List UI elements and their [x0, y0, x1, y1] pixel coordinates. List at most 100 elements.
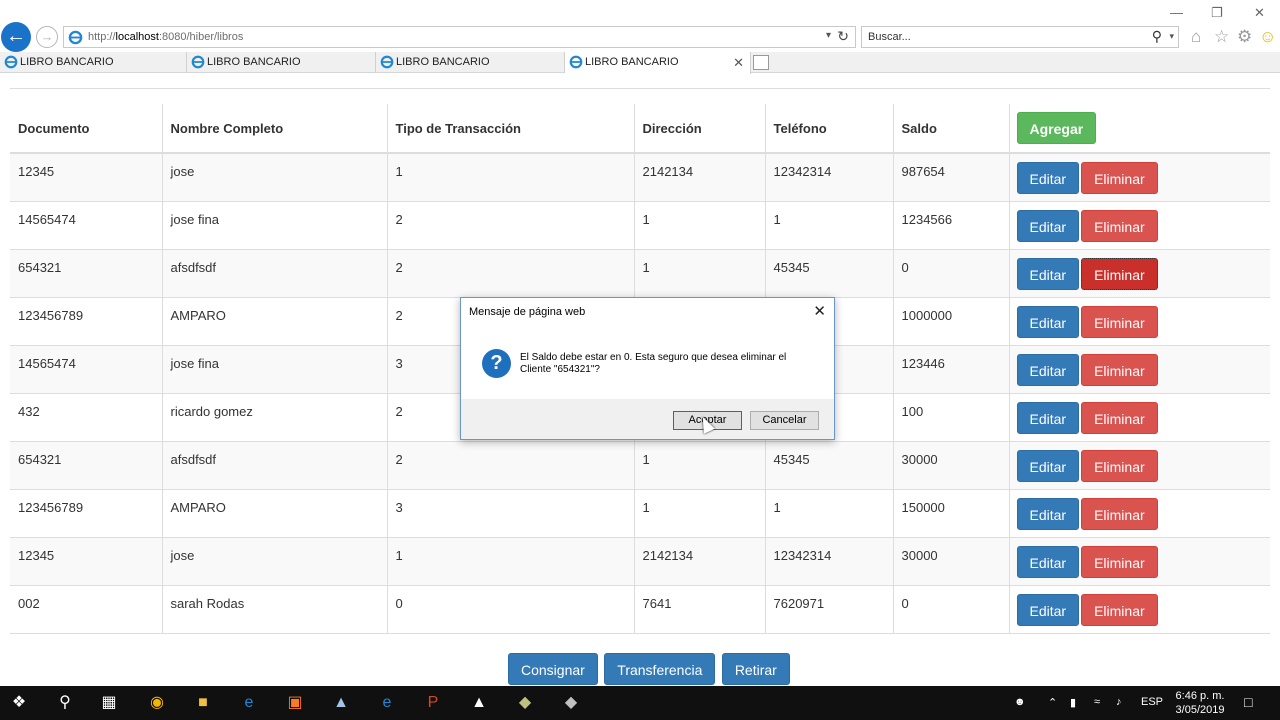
search-box[interactable]: Buscar... ⚲ ▾	[861, 26, 1179, 48]
cell-tipo: 0	[387, 584, 635, 634]
app-icon-2[interactable]: ◆	[560, 693, 582, 713]
tab-4-active[interactable]: LIBRO BANCARIO ✕	[565, 52, 751, 74]
cancel-button[interactable]: Cancelar	[750, 411, 819, 430]
cell-actions: Editar Eliminar	[1009, 392, 1270, 441]
edit-button[interactable]: Editar	[1016, 545, 1080, 578]
cell-documento: 123456789	[10, 488, 163, 537]
edit-button[interactable]: Editar	[1016, 353, 1080, 386]
language-indicator[interactable]: ESP	[1141, 696, 1163, 708]
search-icon[interactable]: ⚲	[1152, 28, 1162, 45]
windows-start-icon[interactable]: ❖	[8, 693, 30, 713]
edit-button[interactable]: Editar	[1016, 257, 1080, 290]
battery-icon[interactable]: ▮	[1070, 696, 1076, 709]
delete-button[interactable]: Eliminar	[1081, 162, 1158, 194]
edit-button[interactable]: Editar	[1016, 162, 1080, 194]
internet-explorer-icon[interactable]: e	[376, 693, 398, 713]
cell-saldo: 1234566	[893, 200, 1010, 249]
cell-actions: Editar Eliminar	[1009, 440, 1270, 489]
settings-gear-icon[interactable]: ⚙	[1237, 27, 1252, 47]
ie-tab-icon	[191, 55, 205, 69]
cell-tipo: 2	[387, 248, 635, 297]
address-bar[interactable]: http://localhost:8080/hiber/libros ▾ ↻	[63, 26, 856, 48]
notifications-icon[interactable]: □	[1244, 694, 1252, 710]
tab-label: LIBRO BANCARIO	[20, 56, 114, 68]
photos-icon[interactable]: ▲	[468, 693, 490, 713]
people-icon[interactable]: ☻	[1014, 696, 1026, 708]
add-button[interactable]: Agregar	[1016, 112, 1097, 144]
header-saldo: Saldo	[893, 104, 1010, 154]
xampp-icon[interactable]: ▣	[284, 693, 306, 713]
powerpoint-icon[interactable]: P	[422, 693, 444, 713]
favorites-star-icon[interactable]: ☆	[1214, 27, 1229, 47]
edge-icon[interactable]: e	[238, 693, 260, 713]
ie-tab-icon	[380, 55, 394, 69]
search-placeholder: Buscar...	[868, 31, 911, 43]
delete-button[interactable]: Eliminar	[1081, 545, 1158, 578]
cell-actions: Editar Eliminar	[1009, 296, 1270, 345]
taskbar: ❖ ⚲ ▦ ◉ ■ e ▣ ▲ e P ▲ ◆ ◆ ☻ ⌃ ▮ ≈ ♪ ESP …	[0, 686, 1280, 720]
feedback-smiley-icon[interactable]: ☺	[1259, 27, 1276, 47]
transferencia-button[interactable]: Transferencia	[604, 653, 716, 685]
clock[interactable]: 6:46 p. m. 3/05/2019	[1170, 689, 1230, 717]
tab-label: LIBRO BANCARIO	[207, 56, 301, 68]
back-button[interactable]: ←	[1, 22, 31, 52]
minimize-icon[interactable]: —	[1170, 5, 1183, 20]
cell-nombre: jose	[162, 536, 388, 585]
dialog-title: Mensaje de página web	[469, 306, 586, 318]
delete-button[interactable]: Eliminar	[1081, 257, 1158, 290]
tab-2[interactable]: LIBRO BANCARIO	[187, 52, 376, 73]
cell-saldo: 1000000	[893, 296, 1010, 345]
cell-saldo: 100	[893, 392, 1010, 441]
edit-button[interactable]: Editar	[1016, 305, 1080, 338]
delete-button[interactable]: Eliminar	[1081, 449, 1158, 482]
delete-button[interactable]: Eliminar	[1081, 305, 1158, 338]
address-dropdown-icon[interactable]: ▾	[826, 30, 831, 41]
ie-tab-icon	[4, 55, 18, 69]
tray-chevron-icon[interactable]: ⌃	[1048, 696, 1057, 709]
app-icon[interactable]: ◆	[514, 693, 536, 713]
edit-button[interactable]: Editar	[1016, 593, 1080, 626]
refresh-icon[interactable]: ↻	[837, 28, 849, 45]
delete-button[interactable]: Eliminar	[1081, 593, 1158, 626]
edit-button[interactable]: Editar	[1016, 209, 1080, 242]
volume-icon[interactable]: ♪	[1116, 696, 1122, 708]
virtualbox-icon[interactable]: ▲	[330, 693, 352, 713]
header-tipo: Tipo de Transacción	[387, 104, 635, 154]
file-explorer-icon[interactable]: ■	[192, 693, 214, 713]
cell-nombre: jose fina	[162, 200, 388, 249]
cell-direccion: 1	[634, 200, 766, 249]
edit-button[interactable]: Editar	[1016, 449, 1080, 482]
close-tab-icon[interactable]: ✕	[733, 52, 744, 73]
search-dropdown-icon[interactable]: ▾	[1169, 31, 1174, 42]
cell-nombre: AMPARO	[162, 488, 388, 537]
retirar-button[interactable]: Retirar	[721, 653, 790, 685]
task-view-icon[interactable]: ▦	[98, 693, 120, 713]
close-window-icon[interactable]: ✕	[1254, 5, 1265, 21]
delete-button[interactable]: Eliminar	[1081, 353, 1158, 386]
cell-telefono: 45345	[765, 440, 894, 489]
forward-button[interactable]: →	[36, 26, 58, 48]
chrome-icon[interactable]: ◉	[146, 693, 168, 713]
delete-button[interactable]: Eliminar	[1081, 209, 1158, 242]
wifi-icon[interactable]: ≈	[1094, 696, 1100, 708]
cell-tipo: 1	[387, 152, 635, 201]
delete-button[interactable]: Eliminar	[1081, 497, 1158, 530]
header-actions: Agregar	[1009, 104, 1270, 154]
cell-saldo: 0	[893, 584, 1010, 634]
cell-documento: 12345	[10, 536, 163, 585]
edit-button[interactable]: Editar	[1016, 497, 1080, 530]
cell-direccion: 1	[634, 440, 766, 489]
delete-button[interactable]: Eliminar	[1081, 401, 1158, 434]
tab-1[interactable]: LIBRO BANCARIO	[0, 52, 187, 73]
home-icon[interactable]: ⌂	[1191, 27, 1201, 47]
consignar-button[interactable]: Consignar	[508, 653, 598, 685]
new-tab-button[interactable]	[753, 55, 769, 70]
cell-nombre: afsdfsdf	[162, 248, 388, 297]
search-taskbar-icon[interactable]: ⚲	[54, 693, 76, 713]
tab-3[interactable]: LIBRO BANCARIO	[376, 52, 565, 73]
restore-icon[interactable]: ❐	[1211, 5, 1223, 21]
confirm-dialog: Mensaje de página web ✕ ? El Saldo debe …	[460, 297, 835, 440]
edit-button[interactable]: Editar	[1016, 401, 1080, 434]
dialog-close-icon[interactable]: ✕	[813, 302, 826, 320]
cell-actions: Editar Eliminar	[1009, 488, 1270, 537]
